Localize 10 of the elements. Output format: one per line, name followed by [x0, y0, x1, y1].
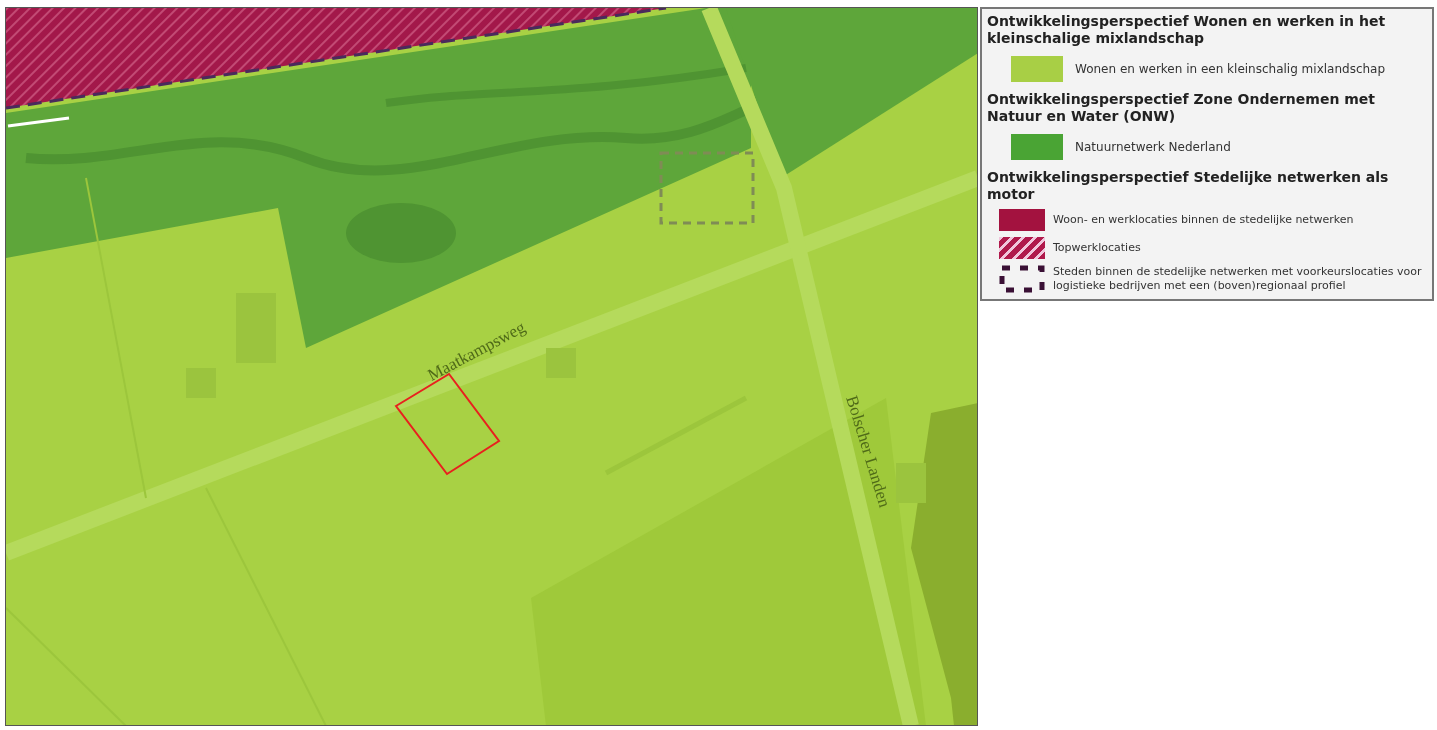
legend-label: Natuurnetwerk Nederland	[1075, 140, 1231, 154]
legend-swatch	[999, 265, 1045, 293]
legend-heading: Ontwikkelingsperspectief Zone Ondernemen met Natuur en Water (ONW)	[987, 91, 1377, 125]
legend-label: Woon- en werklocaties binnen de stedelijke netwerken	[1053, 213, 1354, 227]
legend-label: Wonen en werken in een kleinschalig mixlandschap	[1075, 62, 1386, 76]
legend-label: Steden binnen de stedelijke netwerken met voorkeurslocaties voor logistieke bedrijven met een (boven)regionaal profiel	[1053, 265, 1423, 293]
legend-label: Topwerklocaties	[1053, 241, 1141, 255]
legend-heading: Ontwikkelingsperspectief Wonen en werken in het kleinschalige mixlandschap	[987, 13, 1387, 47]
street-label: Bolscher Landen	[842, 393, 895, 510]
legend-heading: Ontwikkelingsperspectief Stedelijke netwerken als motor	[987, 169, 1390, 203]
